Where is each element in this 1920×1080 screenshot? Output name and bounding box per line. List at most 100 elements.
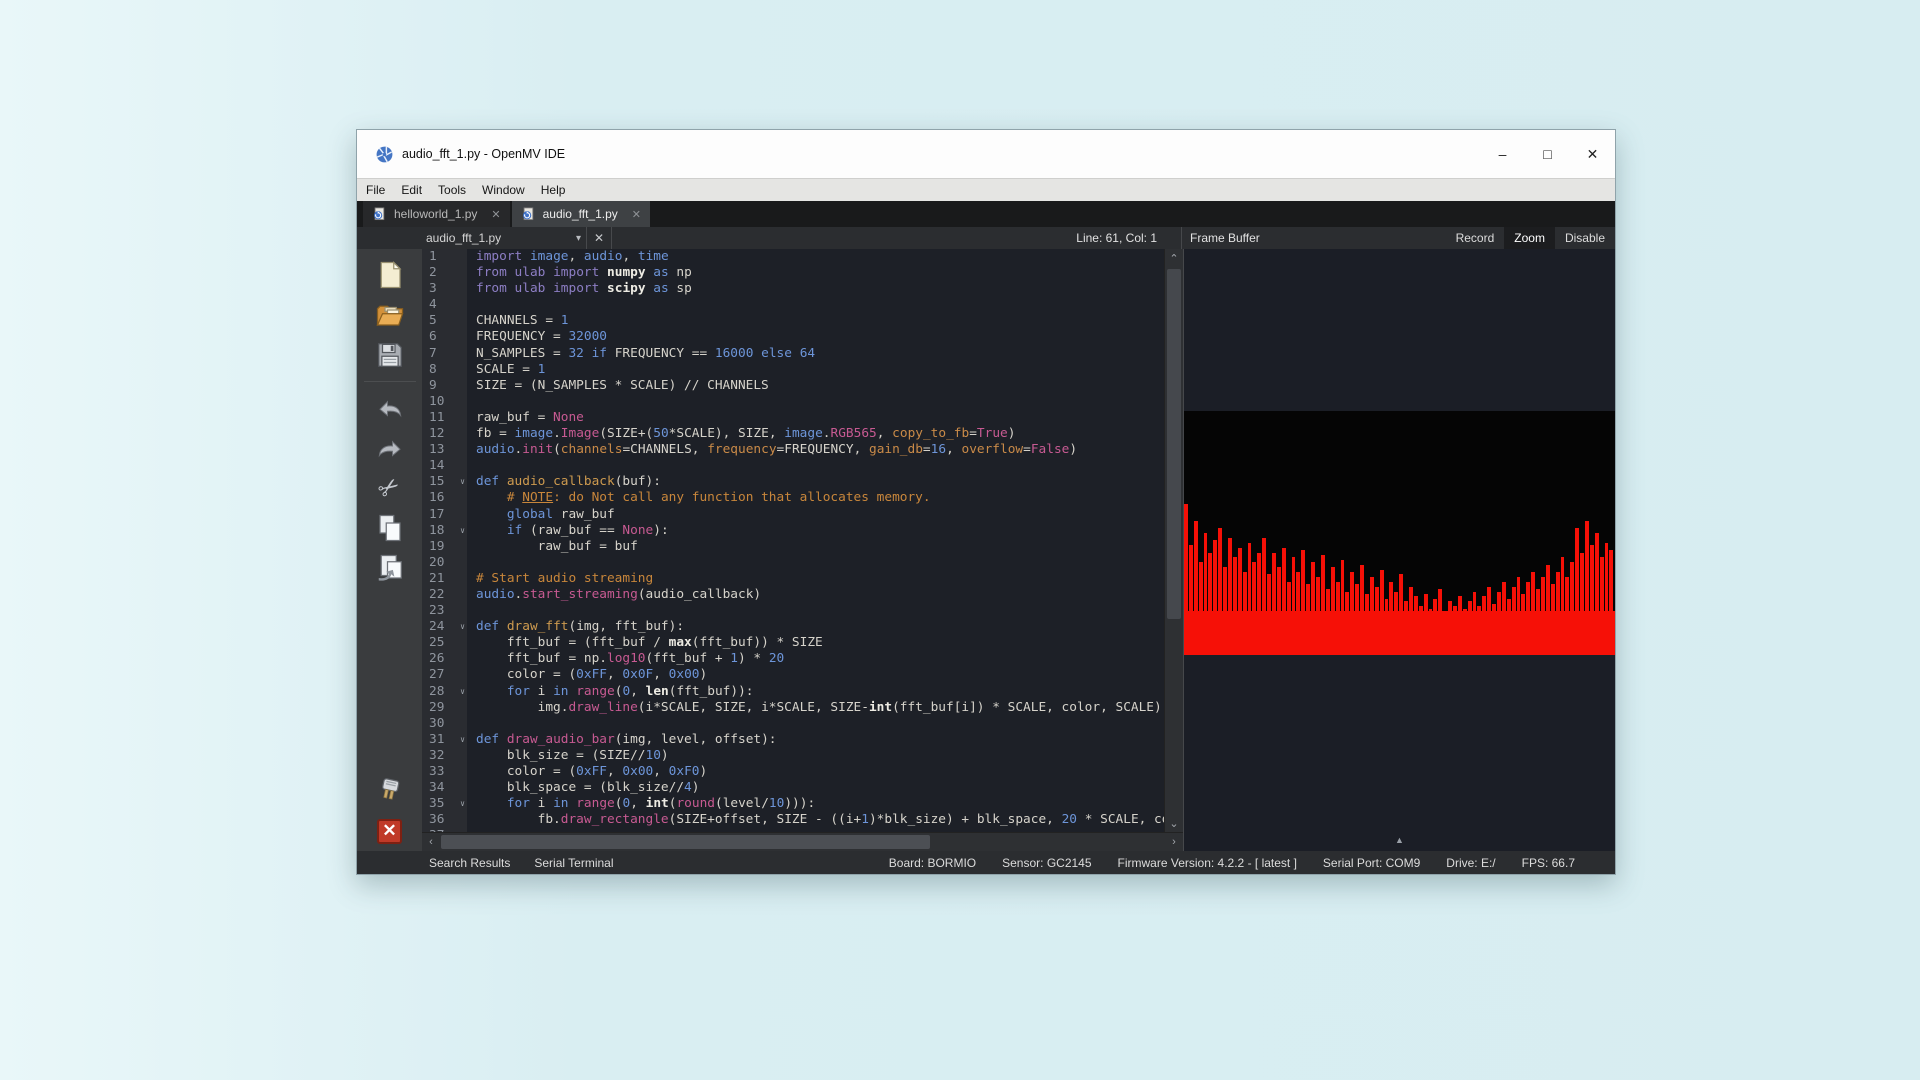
line-number: 11 — [422, 410, 458, 426]
open-folder-icon[interactable] — [370, 296, 410, 334]
frame-buffer-panel: ▲ — [1183, 249, 1615, 851]
tab-close-icon[interactable]: ✕ — [632, 208, 641, 221]
status-search-results[interactable]: Search Results — [429, 856, 510, 870]
code-text: def draw_audio_bar(img, level, offset): — [467, 732, 777, 748]
code-line-11: 11 raw_buf = None — [422, 410, 1164, 426]
code-line-17: 17 global raw_buf — [422, 507, 1164, 523]
code-line-18: 18∨ if (raw_buf == None): — [422, 523, 1164, 539]
fold-gutter — [458, 346, 467, 362]
code-line-8: 8SCALE = 1 — [422, 362, 1164, 378]
code-line-13: 13audio.init(channels=CHANNELS, frequenc… — [422, 442, 1164, 458]
fold-marker-icon[interactable]: ∨ — [458, 732, 467, 748]
menu-edit[interactable]: Edit — [393, 179, 430, 201]
code-text: SCALE = 1 — [467, 362, 545, 378]
code-line-12: 12fb = image.Image(SIZE+(50*SCALE), SIZE… — [422, 426, 1164, 442]
redo-icon[interactable] — [370, 429, 410, 467]
code-text: # Start audio streaming — [467, 571, 653, 587]
menu-file[interactable]: File — [358, 179, 393, 201]
scroll-up-icon[interactable]: ⌃ — [1165, 249, 1183, 267]
new-file-icon[interactable] — [370, 256, 410, 294]
fold-marker-icon[interactable]: ∨ — [458, 684, 467, 700]
fold-gutter — [458, 748, 467, 764]
fold-gutter — [458, 410, 467, 426]
code-text: SIZE = (N_SAMPLES * SCALE) // CHANNELS — [467, 378, 769, 394]
code-line-33: 33 color = (0xFF, 0x00, 0xF0) — [422, 764, 1164, 780]
fold-marker-icon[interactable]: ∨ — [458, 796, 467, 812]
line-number: 4 — [422, 297, 458, 313]
disconnect-stop-icon[interactable]: ✕ — [370, 812, 410, 850]
fold-gutter — [458, 394, 467, 410]
tab-label: audio_fft_1.py — [543, 207, 618, 221]
side-toolbar: ✂✕ — [357, 249, 422, 851]
connect-plug-icon[interactable] — [370, 772, 410, 810]
code-line-29: 29 img.draw_line(i*SCALE, SIZE, i*SCALE,… — [422, 700, 1164, 716]
code-line-19: 19 raw_buf = buf — [422, 539, 1164, 555]
cut-icon[interactable]: ✂ — [370, 469, 410, 507]
status-bar: Search Results Serial Terminal Board: BOR… — [357, 851, 1615, 874]
save-icon[interactable] — [370, 336, 410, 374]
scroll-right-icon[interactable]: › — [1165, 833, 1183, 851]
menu-window[interactable]: Window — [474, 179, 533, 201]
fold-marker-icon[interactable]: ∨ — [458, 474, 467, 490]
line-number: 10 — [422, 394, 458, 410]
line-number: 13 — [422, 442, 458, 458]
code-line-22: 22audio.start_streaming(audio_callback) — [422, 587, 1164, 603]
close-icon[interactable]: ✕ — [1570, 130, 1615, 178]
fold-marker-icon[interactable]: ∨ — [458, 523, 467, 539]
code-text — [467, 394, 476, 410]
line-number: 21 — [422, 571, 458, 587]
code-text: audio.start_streaming(audio_callback) — [467, 587, 761, 603]
status-serial-terminal[interactable]: Serial Terminal — [534, 856, 613, 870]
code-text: blk_size = (SIZE//10) — [467, 748, 669, 764]
line-number: 29 — [422, 700, 458, 716]
frame-buffer-zoom-button[interactable]: Zoom — [1504, 227, 1555, 249]
horizontal-scrollbar-thumb[interactable] — [441, 835, 930, 849]
fold-gutter — [458, 458, 467, 474]
tab-close-icon[interactable]: ✕ — [491, 208, 500, 221]
frame-buffer-record-button[interactable]: Record — [1446, 227, 1505, 249]
horizontal-scrollbar[interactable]: ‹ › — [422, 832, 1183, 851]
fold-marker-icon[interactable]: ∨ — [458, 619, 467, 635]
fold-gutter — [458, 442, 467, 458]
status-sensor: Sensor: GC2145 — [1002, 856, 1091, 870]
scroll-down-icon[interactable]: ⌄ — [1165, 814, 1183, 832]
tab-audio_fft_1.py[interactable]: audio_fft_1.py ✕ — [512, 201, 650, 227]
frame-buffer-disable-button[interactable]: Disable — [1555, 227, 1615, 249]
line-number: 36 — [422, 812, 458, 828]
minimize-icon[interactable]: – — [1480, 130, 1525, 178]
code-line-1: 1import image, audio, time — [422, 249, 1164, 265]
code-text: fft_buf = (fft_buf / max(fft_buf)) * SIZ… — [467, 635, 823, 651]
tab-helloworld_1.py[interactable]: helloworld_1.py✕ — [363, 201, 510, 227]
maximize-icon[interactable]: □ — [1525, 130, 1570, 178]
close-file-button[interactable]: ✕ — [586, 227, 612, 249]
code-line-3: 3from ulab import scipy as sp — [422, 281, 1164, 297]
code-text — [467, 458, 476, 474]
open-file-selector[interactable]: audio_fft_1.py ▾ — [422, 227, 586, 249]
line-number: 25 — [422, 635, 458, 651]
cursor-position: Line: 61, Col: 1 — [1076, 227, 1181, 249]
fold-gutter — [458, 313, 467, 329]
vertical-scrollbar-thumb[interactable] — [1167, 269, 1181, 619]
copy-icon[interactable] — [370, 509, 410, 547]
panel-collapse-arrow-icon[interactable]: ▲ — [1184, 835, 1615, 845]
vertical-scrollbar[interactable]: ⌃ ⌄ — [1164, 249, 1183, 832]
undo-icon[interactable] — [370, 389, 410, 427]
fold-gutter — [458, 329, 467, 345]
line-number: 24 — [422, 619, 458, 635]
paste-icon[interactable] — [370, 549, 410, 587]
code-text: from ulab import numpy as np — [467, 265, 692, 281]
code-text: raw_buf = buf — [467, 539, 638, 555]
scroll-left-icon[interactable]: ‹ — [422, 833, 440, 851]
code-editor[interactable]: 1import image, audio, time2from ulab imp… — [422, 249, 1183, 832]
code-text: blk_space = (blk_size//4) — [467, 780, 699, 796]
fold-gutter — [458, 571, 467, 587]
frame-buffer-title: Frame Buffer — [1182, 227, 1260, 249]
fold-gutter — [458, 249, 467, 265]
menu-tools[interactable]: Tools — [430, 179, 474, 201]
line-number: 17 — [422, 507, 458, 523]
code-text: raw_buf = None — [467, 410, 584, 426]
fold-gutter — [458, 507, 467, 523]
status-bar-right: Board: BORMIOSensor: GC2145Firmware Vers… — [889, 856, 1575, 870]
menu-help[interactable]: Help — [533, 179, 574, 201]
code-line-2: 2from ulab import numpy as np — [422, 265, 1164, 281]
